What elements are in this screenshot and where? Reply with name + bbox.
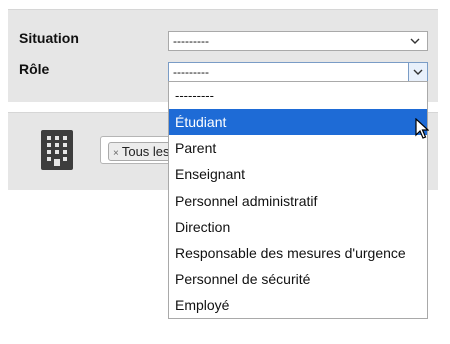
chevron-down-icon — [410, 38, 420, 44]
selected-tag: × Tous les — [108, 142, 177, 161]
chevron-down-icon — [413, 69, 423, 75]
tag-label: Tous les — [121, 144, 170, 159]
role-option[interactable]: Personnel de sécurité — [169, 266, 427, 292]
building-icon — [41, 130, 73, 170]
role-option[interactable]: Direction — [169, 214, 427, 240]
role-option[interactable]: Responsable des mesures d'urgence — [169, 240, 427, 266]
role-option[interactable]: --------- — [169, 82, 427, 109]
situation-select[interactable]: --------- — [168, 31, 428, 51]
role-select[interactable]: --------- — [168, 62, 428, 82]
role-option[interactable]: Enseignant — [169, 161, 427, 187]
role-dropdown-list[interactable]: --------- Étudiant Parent Enseignant Per… — [168, 81, 428, 319]
role-option[interactable]: Parent — [169, 135, 427, 161]
role-select-value: --------- — [173, 65, 209, 79]
role-option[interactable]: Personnel administratif — [169, 188, 427, 214]
situation-select-value: --------- — [173, 34, 209, 48]
mouse-cursor-icon — [415, 118, 429, 139]
role-option-highlighted[interactable]: Étudiant — [169, 109, 427, 136]
situation-label: Situation — [19, 30, 79, 46]
role-option[interactable]: Employé — [169, 292, 427, 318]
tag-remove-button[interactable]: × — [113, 148, 119, 159]
role-select-toggle[interactable] — [408, 63, 427, 81]
role-label: Rôle — [19, 61, 50, 77]
